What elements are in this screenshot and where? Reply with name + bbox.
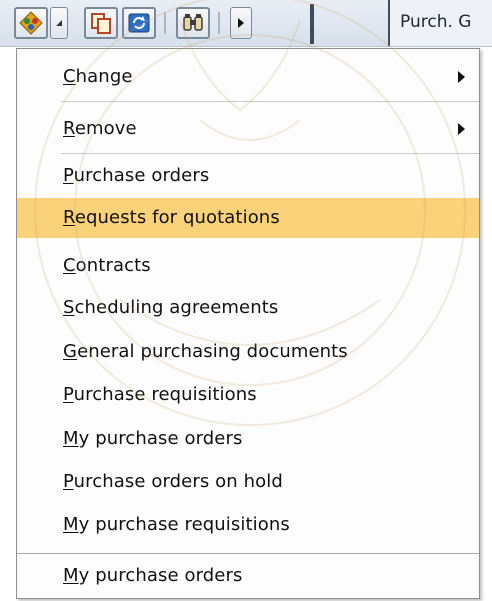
- submenu-arrow-icon: [458, 71, 465, 83]
- toolbar-separator: [164, 12, 166, 34]
- menu-item-label: ontracts: [75, 255, 151, 276]
- menu-item-requests-for-quotations[interactable]: Requests for quotations: [17, 198, 479, 238]
- menu-item-my-purchase-requisitions[interactable]: My purchase requisitions: [17, 505, 479, 545]
- accelerator-key: M: [63, 514, 79, 535]
- find-button[interactable]: [176, 7, 210, 39]
- menu-item-contracts[interactable]: Contracts: [17, 246, 479, 286]
- menu-separator: [61, 153, 479, 154]
- copy-button[interactable]: [84, 7, 118, 39]
- application-toolbar: Purch. G: [0, 0, 492, 47]
- menu-item-label: equests for quotations: [74, 207, 280, 228]
- menu-item-label: emove: [74, 118, 137, 139]
- menu-item-remove[interactable]: Remove: [17, 109, 479, 149]
- menu-item-label: y purchase orders: [78, 565, 243, 586]
- submenu-arrow-icon: [458, 123, 465, 135]
- menu-item-scheduling-agreements[interactable]: Scheduling agreements: [17, 288, 479, 328]
- services-dropdown-button[interactable]: [50, 7, 68, 39]
- menu-item-label: eneral purchasing documents: [77, 341, 348, 362]
- next-page-icon: [238, 18, 244, 28]
- menu-item-label: hange: [75, 66, 133, 87]
- menu-item-label: cheduling agreements: [74, 297, 279, 318]
- accelerator-key: C: [63, 255, 76, 276]
- menu-item-label: urchase orders on hold: [73, 471, 283, 492]
- accelerator-key: M: [63, 428, 79, 449]
- menu-item-label: urchase orders: [73, 165, 210, 186]
- menu-item-label: y purchase requisitions: [78, 514, 290, 535]
- screen-title: Purch. G: [400, 12, 472, 32]
- menu-item-my-purchase-orders[interactable]: My purchase orders: [17, 419, 479, 459]
- accelerator-key: C: [63, 66, 76, 87]
- menu-separator: [17, 553, 479, 554]
- menu-item-change[interactable]: Change: [17, 57, 479, 97]
- menu-item-my-purchase-orders-recent[interactable]: My purchase orders: [17, 556, 479, 596]
- menu-item-label: y purchase orders: [78, 428, 243, 449]
- dropdown-arrow-icon: [56, 20, 62, 26]
- menu-item-purchase-orders-on-hold[interactable]: Purchase orders on hold: [17, 462, 479, 502]
- menu-item-general-purchasing-documents[interactable]: General purchasing documents: [17, 332, 479, 372]
- refresh-button[interactable]: [122, 7, 156, 39]
- context-menu: Change Remove Purchase orders Requests f…: [16, 48, 480, 599]
- toolbar-edge: [310, 4, 314, 44]
- menu-item-purchase-orders[interactable]: Purchase orders: [17, 156, 479, 196]
- copy-icon: [91, 13, 111, 34]
- services-for-object-icon: [19, 11, 43, 35]
- title-area: Purch. G: [388, 0, 492, 46]
- accelerator-key: G: [63, 341, 78, 362]
- toolbar-separator: [218, 12, 220, 34]
- accelerator-key: S: [63, 297, 75, 318]
- menu-separator: [61, 101, 479, 102]
- binoculars-icon: [183, 14, 203, 31]
- accelerator-key: P: [63, 471, 74, 492]
- accelerator-key: P: [63, 384, 74, 405]
- more-toolbar-button[interactable]: [230, 7, 252, 39]
- accelerator-key: R: [63, 118, 75, 139]
- menu-item-purchase-requisitions[interactable]: Purchase requisitions: [17, 375, 479, 415]
- refresh-icon: [128, 13, 150, 33]
- services-for-object-button[interactable]: [14, 7, 48, 39]
- accelerator-key: M: [63, 565, 79, 586]
- menu-item-label: urchase requisitions: [73, 384, 257, 405]
- accelerator-key: R: [63, 207, 75, 228]
- accelerator-key: P: [63, 165, 74, 186]
